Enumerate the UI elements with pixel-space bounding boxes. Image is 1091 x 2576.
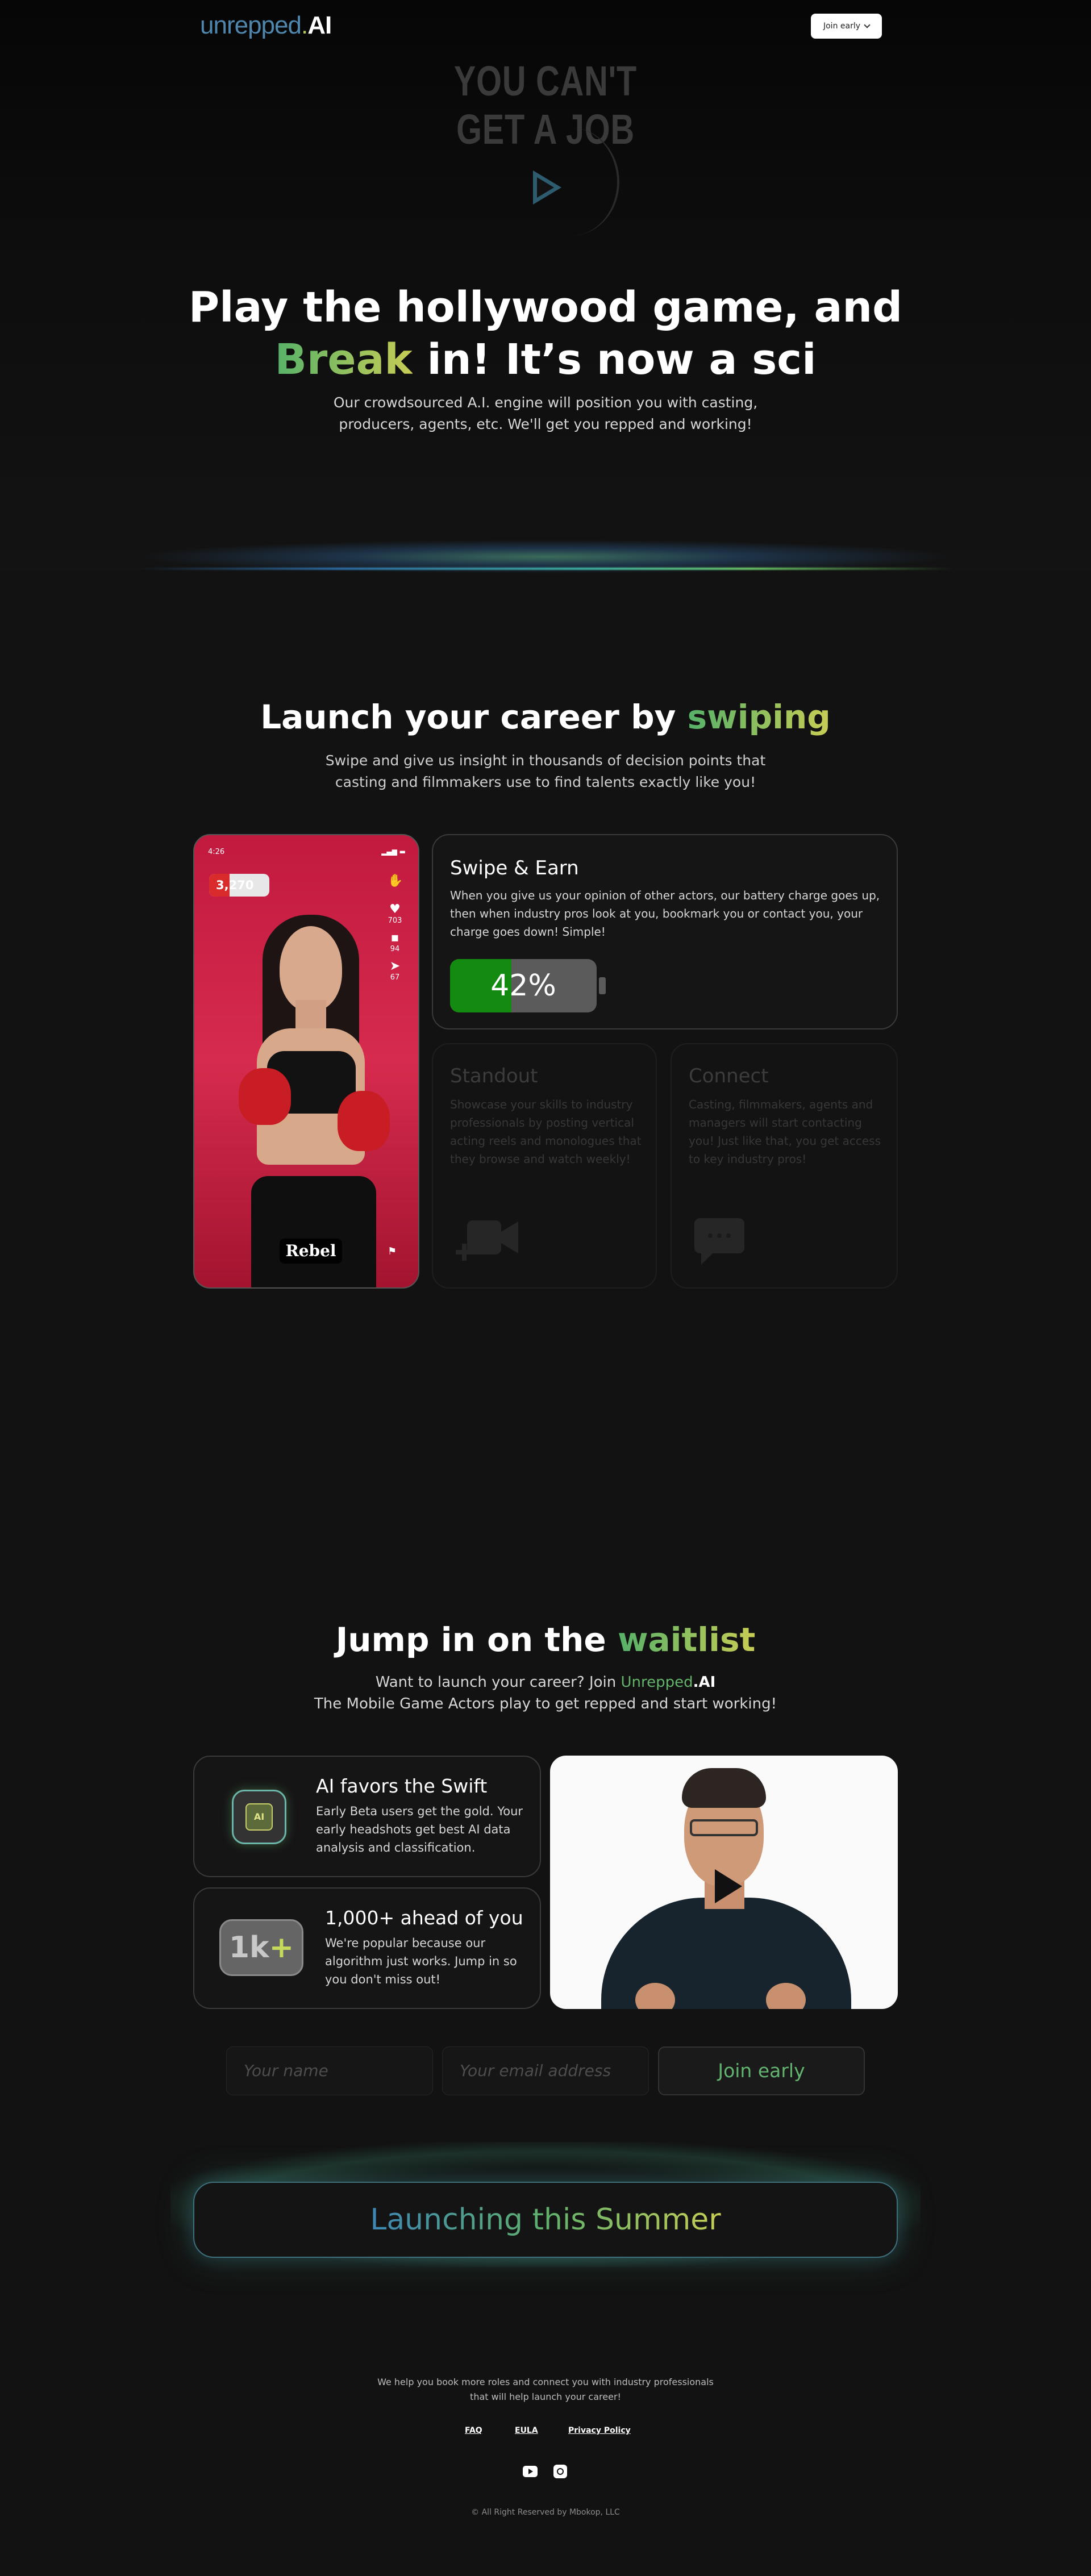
- hero-title: Play the hollywood game, and Break in! It…: [170, 281, 921, 386]
- glow-line-decoration: [136, 568, 955, 570]
- chat-bubble-icon: [694, 1218, 744, 1265]
- likes-count: 703: [388, 916, 402, 925]
- connect-card: Connect Casting, filmmakers, agents and …: [671, 1043, 898, 1289]
- phone-status-icons: ▂▄▆ ▬: [381, 848, 406, 856]
- waitlist-sub-line2: The Mobile Game Actors play to get reppe…: [314, 1695, 777, 1712]
- logo-text: unrepped: [200, 11, 302, 39]
- join-early-dropdown-button[interactable]: Join early: [811, 14, 882, 39]
- presenter-hair: [682, 1768, 766, 1808]
- launch-banner: Launching this Summer: [193, 2182, 898, 2258]
- ahead-text: We're popular because our algorithm just…: [325, 1936, 517, 1986]
- waitlist-brand: Unrepped: [621, 1674, 693, 1691]
- ahead-title: 1,000+ ahead of you: [325, 1907, 523, 1929]
- standout-text: Showcase your skills to industry profess…: [450, 1098, 642, 1166]
- waitlist-title: Jump in on the waitlist: [170, 1620, 921, 1659]
- hero-title-highlight: Break: [274, 335, 413, 384]
- play-icon-inner: [537, 177, 554, 198]
- boxing-glove-right: [338, 1091, 390, 1151]
- thumbs-down-icon[interactable]: ✋: [388, 874, 403, 888]
- thousand-label: 1k: [228, 1931, 269, 1965]
- connect-title: Connect: [689, 1065, 769, 1087]
- shares-count: 67: [390, 973, 400, 982]
- logo-suffix: AI: [307, 11, 332, 39]
- ai-swift-card: AI AI favors the Swift Early Beta users …: [193, 1756, 541, 1877]
- boxing-glove-left: [239, 1068, 291, 1125]
- comments-count: 94: [390, 945, 400, 953]
- send-icon: ➤: [389, 959, 401, 973]
- profile-name-tag[interactable]: Rebel: [280, 1239, 342, 1264]
- phone-time: 4:26: [208, 848, 225, 856]
- phone-battery-meter: 3,270: [209, 874, 269, 897]
- battery-tip: [599, 977, 606, 994]
- launch-text: Launching this Summer: [370, 2203, 721, 2237]
- footer-text: We help you book more roles and connect …: [377, 2377, 714, 2402]
- thousand-plus-icon: 1k+: [219, 1919, 303, 1976]
- waitlist-brand-suffix: .AI: [693, 1674, 716, 1691]
- play-icon[interactable]: [715, 1869, 742, 1903]
- swipe-earn-card: Swipe & Earn When you give us your opini…: [432, 834, 898, 1029]
- standout-card: Standout Showcase your skills to industr…: [432, 1043, 657, 1289]
- plus-label: +: [269, 1931, 294, 1965]
- waitlist-subtitle: Want to launch your career? Join Unreppe…: [250, 1672, 841, 1715]
- share-button[interactable]: ➤ 67: [388, 959, 402, 982]
- hero-title-line1: Play the hollywood game, and: [188, 283, 903, 332]
- ai-swift-title: AI favors the Swift: [316, 1775, 488, 1797]
- logo-dot: .: [301, 11, 308, 39]
- heart-icon: ♥: [389, 902, 401, 916]
- footer-link-privacy[interactable]: Privacy Policy: [568, 2426, 631, 2435]
- phone-mockup: 4:26 ▂▄▆ ▬ 3,270 ✋ ♥ 703 ▪ 94 ➤ 67 Rebel ⚑: [193, 834, 419, 1289]
- swipe-title-main: Launch your career by: [260, 698, 688, 736]
- swipe-earn-title: Swipe & Earn: [450, 857, 579, 879]
- youtube-icon[interactable]: [523, 2466, 538, 2477]
- ai-swift-text: Early Beta users get the gold. Your earl…: [316, 1804, 523, 1854]
- like-button[interactable]: ♥ 703: [388, 902, 402, 925]
- copyright: © All Right Reserved by Mbokop, LLC: [471, 2508, 620, 2517]
- swipe-section-title: Launch your career by swiping: [170, 698, 921, 736]
- battery-percent: 42%: [490, 969, 556, 1003]
- email-input[interactable]: Your email address: [442, 2046, 649, 2095]
- connect-text: Casting, filmmakers, agents and managers…: [689, 1098, 881, 1166]
- chevron-down-icon: [864, 22, 871, 28]
- flag-icon[interactable]: ⚑: [388, 1245, 397, 1257]
- person-pants: [251, 1176, 376, 1287]
- swipe-earn-text: When you give us your opinion of other a…: [450, 889, 880, 939]
- promo-video[interactable]: [550, 1756, 898, 2009]
- battery-meter: 42%: [450, 959, 597, 1012]
- logo[interactable]: unrepped.AI: [200, 11, 332, 40]
- swipe-section-subtitle: Swipe and give us insight in thousands o…: [325, 752, 766, 790]
- hero-subtitle: Our crowdsourced A.I. engine will positi…: [333, 394, 758, 432]
- name-input[interactable]: Your name: [226, 2046, 433, 2095]
- ai-chip-label: AI: [245, 1803, 273, 1831]
- footer-link-faq[interactable]: FAQ: [465, 2426, 482, 2435]
- ahead-card: 1k+ 1,000+ ahead of you We're popular be…: [193, 1887, 541, 2009]
- video-camera-add-icon: [456, 1220, 518, 1261]
- presenter-glasses: [690, 1819, 758, 1836]
- comment-icon: ▪: [390, 931, 399, 945]
- comment-button[interactable]: ▪ 94: [388, 931, 402, 953]
- join-early-label: Join early: [823, 22, 861, 31]
- ai-chip-icon: AI: [232, 1790, 286, 1844]
- hero-title-line2: in! It’s now a sci: [412, 335, 817, 384]
- instagram-icon[interactable]: [553, 2465, 567, 2478]
- standout-title: Standout: [450, 1065, 538, 1087]
- swipe-title-highlight: swiping: [687, 698, 831, 736]
- footer-link-eula[interactable]: EULA: [515, 2426, 538, 2435]
- waitlist-sub-text: Want to launch your career? Join: [375, 1674, 621, 1691]
- person-face: [280, 926, 342, 1011]
- waitlist-title-main: Jump in on the: [335, 1620, 618, 1659]
- thumbs-down-glyph: ✋: [388, 874, 403, 888]
- phone-battery-value: 3,270: [216, 878, 254, 892]
- join-early-button[interactable]: Join early: [658, 2046, 865, 2095]
- waitlist-title-highlight: waitlist: [617, 1620, 756, 1659]
